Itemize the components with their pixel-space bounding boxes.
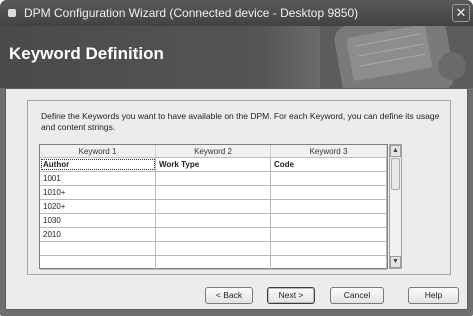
- grid-cell[interactable]: Work Type: [156, 158, 271, 171]
- grid-cell[interactable]: Author: [40, 158, 156, 171]
- grid-cell[interactable]: [156, 200, 271, 213]
- grid-cell[interactable]: [156, 172, 271, 185]
- grid-row: 1030: [40, 214, 387, 228]
- grid-cell[interactable]: [271, 228, 387, 241]
- grid-scrollbar[interactable]: ▲ ▼: [389, 144, 402, 269]
- grid-cell[interactable]: [40, 256, 156, 269]
- grid-cell[interactable]: 1001: [40, 172, 156, 185]
- grid-cell[interactable]: Code: [271, 158, 387, 171]
- grid-header-row: Keyword 1 Keyword 2 Keyword 3: [40, 145, 387, 158]
- grid-cell[interactable]: 2010: [40, 228, 156, 241]
- window-title: DPM Configuration Wizard (Connected devi…: [24, 6, 359, 20]
- column-header-keyword-1[interactable]: Keyword 1: [40, 145, 156, 158]
- help-button[interactable]: Help: [408, 287, 459, 304]
- keyword-grid[interactable]: Keyword 1 Keyword 2 Keyword 3 Author Wor…: [39, 144, 388, 270]
- grid-cell[interactable]: [271, 200, 387, 213]
- grid-cell[interactable]: 1020+: [40, 200, 156, 213]
- page-title: Keyword Definition: [9, 44, 164, 63]
- grid-cell[interactable]: 1010+: [40, 186, 156, 199]
- scroll-down-icon[interactable]: ▼: [390, 256, 401, 268]
- grid-cell[interactable]: [156, 242, 271, 255]
- grid-cell[interactable]: [271, 214, 387, 227]
- grid-cell[interactable]: [156, 228, 271, 241]
- app-icon: [8, 9, 16, 17]
- scroll-thumb[interactable]: [391, 158, 400, 190]
- instructions-text: Define the Keywords you want to have ava…: [41, 111, 440, 132]
- grid-cell[interactable]: [271, 172, 387, 185]
- grid-row: 1001: [40, 172, 387, 186]
- grid-row: 1010+: [40, 186, 387, 200]
- column-header-keyword-3[interactable]: Keyword 3: [271, 145, 387, 158]
- grid-cell[interactable]: 1030: [40, 214, 156, 227]
- grid-cell[interactable]: [40, 242, 156, 255]
- back-button[interactable]: < Back: [205, 287, 253, 304]
- wizard-content: Define the Keywords you want to have ava…: [5, 88, 468, 310]
- close-button[interactable]: ✕: [452, 4, 470, 22]
- cancel-button[interactable]: Cancel: [330, 287, 384, 304]
- grid-row: Author Work Type Code: [40, 158, 387, 172]
- wizard-window: DPM Configuration Wizard (Connected devi…: [0, 0, 473, 316]
- recorder-device-icon: [320, 26, 473, 88]
- wizard-header: Keyword Definition: [0, 26, 473, 88]
- grid-row: 1020+: [40, 200, 387, 214]
- grid-cell[interactable]: [271, 256, 387, 269]
- grid-row: 2010: [40, 228, 387, 242]
- grid-row: [40, 256, 387, 270]
- column-header-keyword-2[interactable]: Keyword 2: [156, 145, 271, 158]
- wizard-button-bar: < Back Next > Cancel Help: [6, 287, 469, 311]
- grid-cell[interactable]: [271, 186, 387, 199]
- grid-cell[interactable]: [156, 186, 271, 199]
- grid-cell[interactable]: [156, 256, 271, 269]
- grid-row: [40, 242, 387, 256]
- grid-cell[interactable]: [271, 242, 387, 255]
- grid-cell[interactable]: [156, 214, 271, 227]
- title-bar: DPM Configuration Wizard (Connected devi…: [0, 0, 473, 26]
- keyword-panel: Define the Keywords you want to have ava…: [27, 100, 451, 275]
- next-button[interactable]: Next >: [267, 287, 315, 304]
- scroll-up-icon[interactable]: ▲: [390, 145, 401, 157]
